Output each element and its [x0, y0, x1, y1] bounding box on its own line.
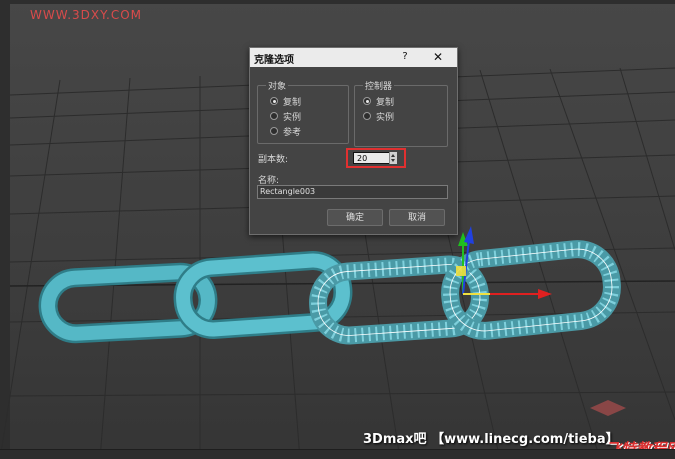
watermark-bottom: 3Dmax吧 【www.linecg.com/tieba】 [363, 432, 619, 447]
controller-group: 控制器 复制 实例 [354, 79, 448, 147]
watermark-top: WWW.3DXY.COM [30, 8, 143, 22]
name-input[interactable]: Rectangle003 [257, 185, 448, 199]
controller-group-label: 控制器 [363, 79, 395, 92]
spinner-down-icon[interactable] [391, 159, 395, 162]
radio-instance-icon[interactable] [270, 112, 278, 120]
controller-option-instance[interactable]: 实例 [363, 110, 395, 123]
radio-controller-instance-icon[interactable] [363, 112, 371, 120]
object-option-copy[interactable]: 复制 [270, 95, 302, 108]
radio-copy-icon[interactable] [270, 97, 278, 105]
object-option-instance-label: 实例 [283, 112, 302, 123]
object-option-reference-label: 参考 [283, 127, 302, 138]
controller-option-instance-label: 实例 [376, 112, 395, 123]
controller-option-copy-label: 复制 [376, 97, 395, 108]
dialog-titlebar[interactable]: 克隆选项 ? ✕ [250, 48, 457, 67]
object-group-label: 对象 [266, 79, 289, 92]
copies-spinner[interactable] [389, 152, 397, 164]
object-option-instance[interactable]: 实例 [270, 110, 302, 123]
viewcube-icon [590, 400, 626, 416]
cancel-button[interactable]: 取消 [389, 209, 445, 226]
help-button[interactable]: ? [398, 50, 412, 64]
dialog-title: 克隆选项 [254, 55, 294, 66]
clone-options-dialog: 克隆选项 ? ✕ 对象 复制 实例 参考 控制器 复制 实例 副本数: 20 名… [249, 47, 458, 235]
radio-controller-copy-icon[interactable] [363, 97, 371, 105]
object-option-reference[interactable]: 参考 [270, 125, 302, 138]
status-strip [0, 449, 675, 459]
object-option-copy-label: 复制 [283, 97, 302, 108]
ok-button[interactable]: 确定 [327, 209, 383, 226]
spinner-up-icon[interactable] [391, 154, 395, 157]
radio-reference-icon[interactable] [270, 127, 278, 135]
controller-option-copy[interactable]: 复制 [363, 95, 395, 108]
close-button[interactable]: ✕ [430, 50, 446, 64]
object-group: 对象 复制 实例 参考 [257, 79, 349, 144]
copies-label: 副本数: [258, 155, 289, 165]
